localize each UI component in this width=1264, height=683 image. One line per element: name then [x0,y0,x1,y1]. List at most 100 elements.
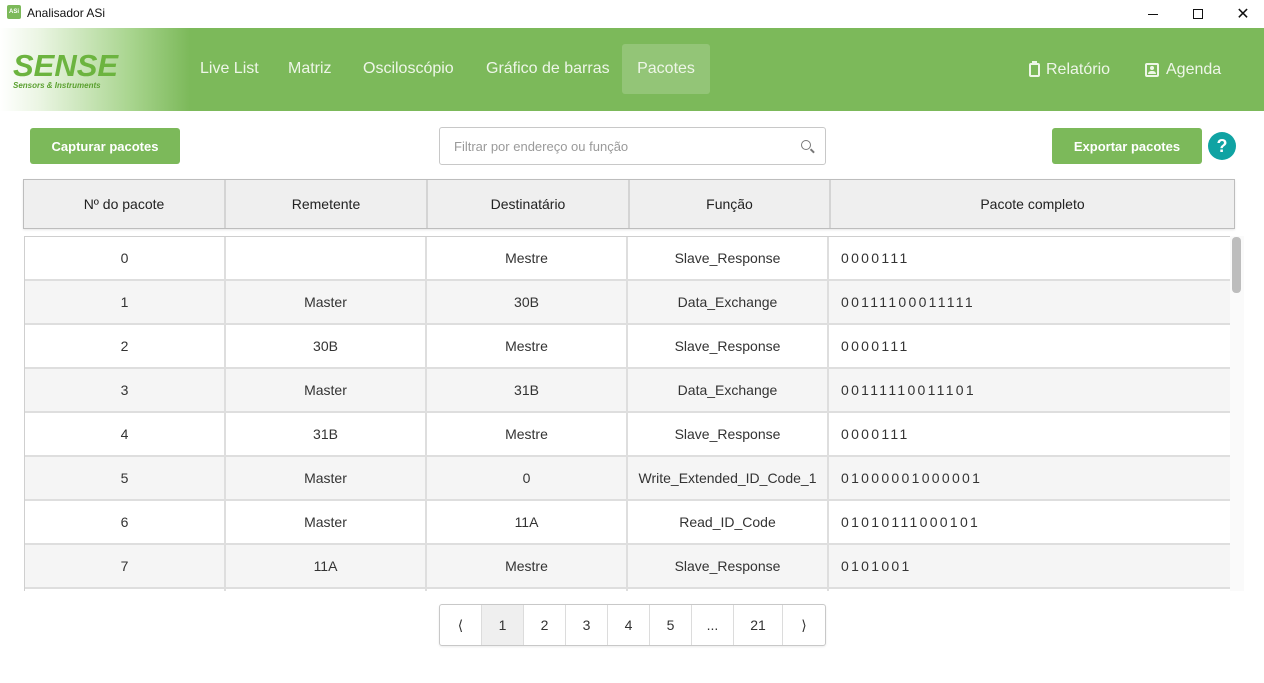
table-scrollbar[interactable] [1230,236,1244,591]
cell-sender: Master [226,501,427,543]
cell-packet-number: 3 [25,369,226,411]
cell-full-packet: 0101001 [829,545,1244,587]
table-row[interactable]: 0 Mestre Slave_Response 0000111 [25,237,1244,281]
cell-full-packet [829,589,1244,591]
cell-packet-number: 2 [25,325,226,367]
export-packets-button[interactable]: Exportar pacotes [1052,128,1202,164]
cell-full-packet: 00111110011101 [829,369,1244,411]
page-button-21[interactable]: 21 [734,605,783,645]
pagination: ⟨ 1 2 3 4 5... 21 ⟩ [439,604,826,646]
table-row[interactable] [25,589,1244,591]
scrollbar-thumb[interactable] [1232,237,1241,293]
cell-function: Data_Exchange [628,281,829,323]
cell-full-packet: 0000111 [829,237,1244,279]
table-row[interactable]: 4 31B Mestre Slave_Response 0000111 [25,413,1244,457]
column-header-sender[interactable]: Remetente [226,180,428,228]
cell-sender [226,589,427,591]
cell-full-packet: 01010111000101 [829,501,1244,543]
cell-recipient: Mestre [427,325,628,367]
capture-packets-button[interactable]: Capturar pacotes [30,128,180,164]
cell-full-packet: 0000111 [829,413,1244,455]
cell-function: Read_ID_Code [628,501,829,543]
close-icon: ✕ [1236,6,1250,23]
prev-page-button[interactable]: ⟨ [440,605,482,645]
cell-function: Write_Extended_ID_Code_1 [628,457,829,499]
cell-recipient: Mestre [427,545,628,587]
page-button-3[interactable]: 3 [566,605,608,645]
table-header: Nº do pacote Remetente Destinatário Funç… [23,179,1235,229]
cell-recipient: Mestre [427,413,628,455]
nav-live-list[interactable]: Live List [185,44,274,94]
maximize-button[interactable] [1175,0,1221,28]
logo-wordmark: SENSE [13,48,119,83]
cell-recipient: 0 [427,457,628,499]
search-box [439,127,826,165]
column-header-function[interactable]: Função [630,180,831,228]
page-button-4[interactable]: 4 [608,605,650,645]
close-button[interactable]: ✕ [1220,0,1264,28]
maximize-icon [1193,9,1203,19]
table-row[interactable]: 7 11A Mestre Slave_Response 0101001 [25,545,1244,589]
relatorio-link[interactable]: Relatório [1029,58,1110,82]
window-title: Analisador ASi [27,6,106,20]
cell-packet-number: 5 [25,457,226,499]
cell-full-packet: 01000001000001 [829,457,1244,499]
cell-packet-number: 1 [25,281,226,323]
cell-sender [226,237,427,279]
cell-function [628,589,829,591]
app-icon: ASi [7,5,21,19]
cell-recipient: 31B [427,369,628,411]
cell-packet-number [25,589,226,591]
table-row[interactable]: 1 Master 30B Data_Exchange 00111100011111 [25,281,1244,325]
table-row[interactable]: 5 Master 0 Write_Extended_ID_Code_1 01000001… [25,457,1244,501]
contact-book-icon [1145,63,1159,77]
page-button-2[interactable]: 2 [524,605,566,645]
cell-sender: 11A [226,545,427,587]
column-header-recipient[interactable]: Destinatário [428,180,630,228]
minimize-button[interactable] [1130,0,1176,28]
minimize-icon [1148,13,1158,15]
sense-logo[interactable]: SENSE Sensors & Instruments [13,48,119,90]
cell-recipient [427,589,628,591]
cell-recipient: 11A [427,501,628,543]
search-icon[interactable] [801,140,811,150]
cell-sender: 30B [226,325,427,367]
nav-pacotes[interactable]: Pacotes [622,44,710,94]
cell-packet-number: 0 [25,237,226,279]
page-button-5[interactable]: 5 [650,605,692,645]
app-header: SENSE Sensors & Instruments Live List Ma… [0,28,1264,111]
cell-recipient: Mestre [427,237,628,279]
table-body[interactable]: 0 Mestre Slave_Response 0000111 1 Master 30B Da… [24,236,1244,591]
clipboard-icon [1029,61,1040,77]
column-header-packet-number[interactable]: Nº do pacote [24,180,226,228]
nav-grafico-de-barras[interactable]: Gráfico de barras [471,44,625,94]
nav-osciloscopio[interactable]: Osciloscópio [348,44,469,94]
cell-full-packet: 0000111 [829,325,1244,367]
agenda-link[interactable]: Agenda [1145,58,1221,82]
relatorio-label: Relatório [1046,61,1111,78]
page-ellipsis: ... [692,605,734,645]
table-row[interactable]: 2 30B Mestre Slave_Response 0000111 [25,325,1244,369]
column-header-full-packet[interactable]: Pacote completo [831,180,1234,228]
next-page-button[interactable]: ⟩ [783,605,825,645]
cell-full-packet: 00111100011111 [829,281,1244,323]
cell-function: Slave_Response [628,237,829,279]
nav-matriz[interactable]: Matriz [273,44,347,94]
table-row[interactable]: 3 Master 31B Data_Exchange 00111110011101 [25,369,1244,413]
search-input[interactable] [441,129,781,163]
cell-sender: Master [226,457,427,499]
cell-packet-number: 6 [25,501,226,543]
cell-recipient: 30B [427,281,628,323]
cell-function: Slave_Response [628,325,829,367]
window-titlebar: ASi Analisador ASi ✕ [0,0,1264,28]
table-row[interactable]: 6 Master 11A Read_ID_Code 01010111000101 [25,501,1244,545]
cell-sender: Master [226,281,427,323]
page-button-1[interactable]: 1 [482,605,524,645]
cell-function: Slave_Response [628,545,829,587]
cell-sender: Master [226,369,427,411]
help-icon[interactable]: ? [1208,132,1236,160]
agenda-label: Agenda [1166,61,1222,78]
cell-packet-number: 4 [25,413,226,455]
cell-packet-number: 7 [25,545,226,587]
cell-function: Slave_Response [628,413,829,455]
